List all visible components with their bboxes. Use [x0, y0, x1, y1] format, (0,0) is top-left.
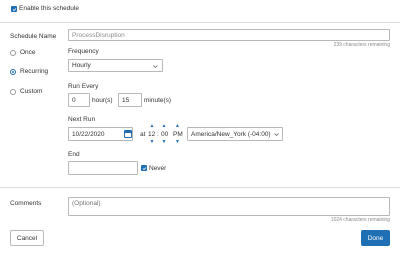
minute-value[interactable]: 00 — [161, 131, 168, 138]
done-button[interactable]: Done — [361, 230, 390, 246]
enable-schedule-label: Enable this schedule — [19, 5, 79, 12]
hours-unit-label: hour(s) — [92, 97, 113, 104]
middle-separator — [0, 187, 400, 188]
radio-custom-label: Custom — [20, 88, 43, 95]
ampm-down-icon[interactable]: ▼ — [173, 140, 182, 145]
minute-up-icon[interactable]: ▲ — [160, 124, 168, 129]
checkmark-icon — [142, 166, 146, 170]
ampm-up-icon[interactable]: ▲ — [173, 124, 182, 129]
comments-label: Comments — [10, 200, 42, 207]
frequency-value: Hourly — [72, 62, 91, 69]
frequency-select[interactable]: Hourly — [68, 59, 163, 72]
schedule-name-remaining: 239 characters remaining — [333, 42, 390, 48]
minutes-unit-label: minute(s) — [144, 97, 172, 104]
comments-input[interactable] — [68, 197, 390, 216]
schedule-name-input[interactable]: ProcessDisruption — [68, 29, 390, 41]
timezone-value: America/New_York (-04:00) — [191, 130, 271, 138]
radio-once[interactable] — [10, 50, 16, 56]
at-label: at — [140, 131, 146, 138]
frequency-label: Frequency — [68, 48, 99, 55]
hour-value[interactable]: 12 — [148, 131, 155, 138]
top-separator — [0, 22, 400, 23]
chevron-down-icon — [274, 133, 279, 136]
run-every-label: Run Every — [68, 83, 99, 90]
end-date-input[interactable] — [68, 161, 138, 175]
cancel-button[interactable]: Cancel — [10, 230, 44, 246]
schedule-name-label: Schedule Name — [10, 33, 57, 40]
minutes-input[interactable]: 15 — [118, 93, 142, 107]
never-checkbox[interactable] — [141, 165, 147, 171]
chevron-down-icon — [153, 65, 158, 68]
radio-custom[interactable] — [10, 89, 16, 95]
ampm-value[interactable]: PM — [173, 131, 183, 138]
hour-up-icon[interactable]: ▲ — [148, 124, 156, 129]
timezone-select[interactable]: America/New_York (-04:00) — [187, 127, 283, 141]
enable-schedule-checkbox[interactable] — [11, 6, 17, 12]
hour-down-icon[interactable]: ▼ — [148, 140, 156, 145]
time-colon: : — [157, 131, 159, 138]
calendar-icon[interactable] — [124, 130, 132, 138]
end-label: End — [68, 151, 80, 158]
minute-down-icon[interactable]: ▼ — [160, 140, 168, 145]
checkmark-icon — [12, 7, 16, 11]
comments-remaining: 1024 characters remaining — [330, 217, 390, 223]
radio-recurring-label: Recurring — [20, 68, 49, 75]
radio-recurring[interactable] — [10, 69, 16, 75]
next-run-label: Next Run — [68, 116, 96, 123]
hours-input[interactable]: 0 — [68, 93, 90, 107]
never-label: Never — [149, 165, 167, 172]
radio-once-label: Once — [20, 49, 36, 56]
